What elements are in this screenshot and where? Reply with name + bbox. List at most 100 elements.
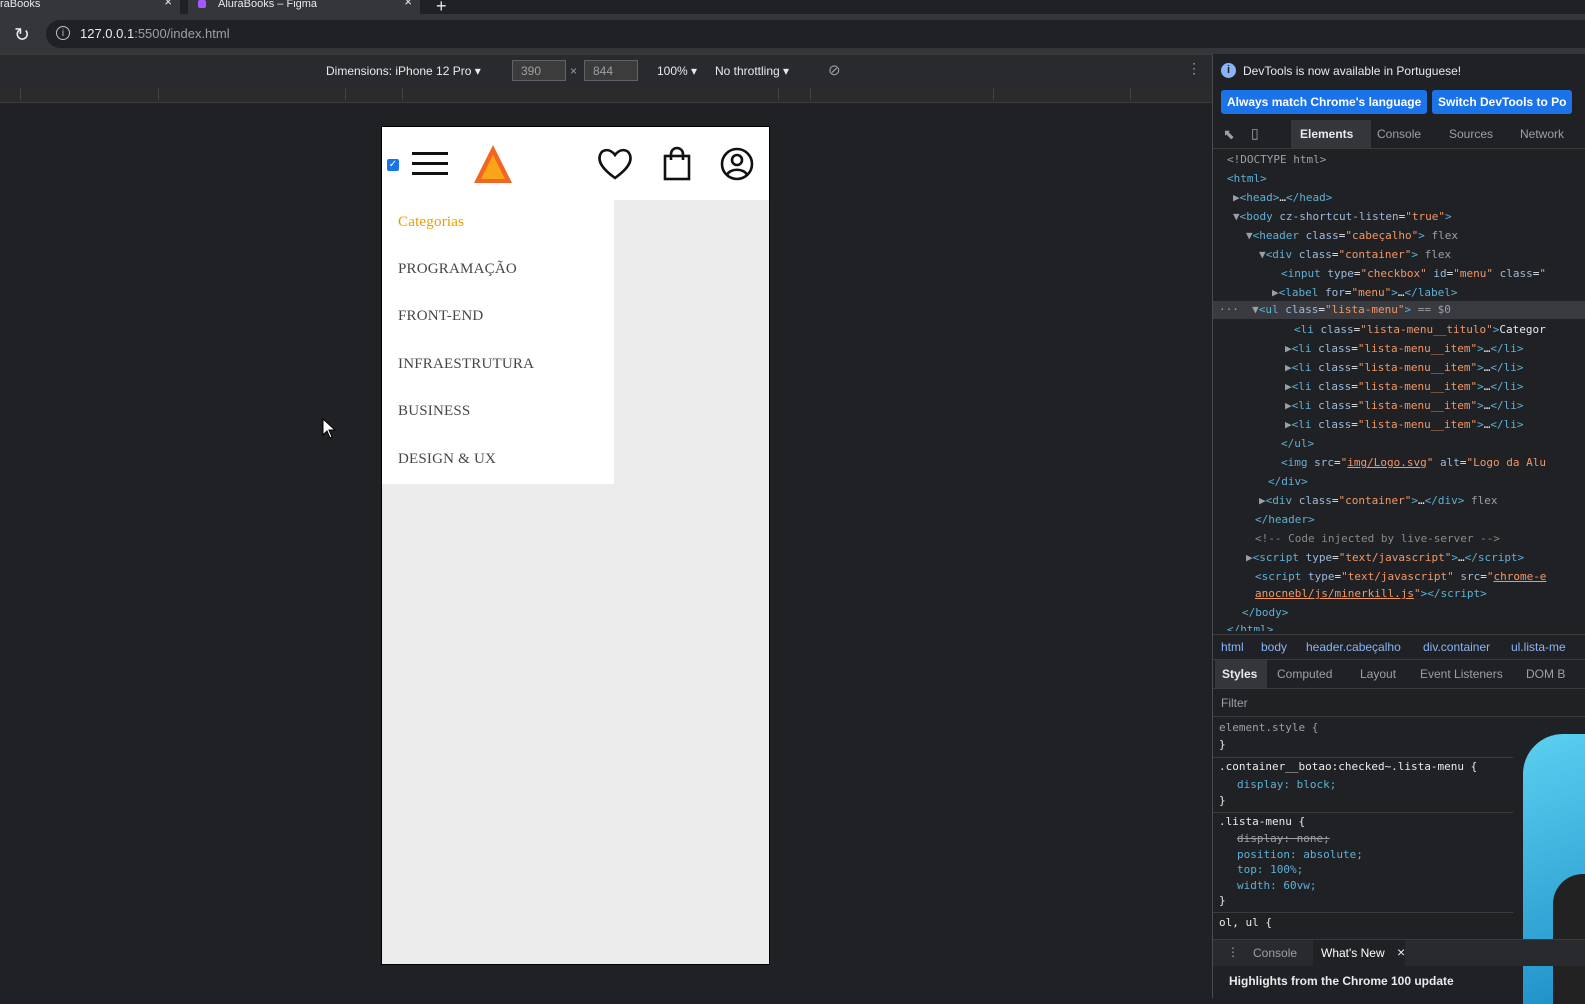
- menu-item-programacao[interactable]: PROGRAMAÇÃO: [398, 261, 517, 278]
- zoom-select[interactable]: 100% ▾: [657, 64, 697, 78]
- device-width-input[interactable]: 390: [512, 60, 566, 81]
- user-account-icon[interactable]: [718, 145, 756, 183]
- tab-close-icon[interactable]: ×: [404, 0, 412, 8]
- figma-icon: [198, 0, 206, 8]
- css-brace: }: [1219, 738, 1226, 751]
- tree-line[interactable]: ▶<li class="lista-menu__item">…</li>: [1285, 418, 1523, 431]
- site-info-icon[interactable]: i: [56, 26, 70, 40]
- breadcrumb-item[interactable]: div.container: [1423, 640, 1490, 654]
- breadcrumb-item[interactable]: body: [1261, 640, 1287, 654]
- tree-line[interactable]: ▶<label for="menu">…</label>: [1272, 286, 1457, 299]
- reload-icon[interactable]: ↻: [14, 24, 30, 47]
- tree-line[interactable]: <!DOCTYPE html>: [1227, 153, 1326, 166]
- tree-line[interactable]: anocnebl/js/minerkill.js"></script>: [1255, 587, 1487, 600]
- styles-subtabs: Styles Computed Layout Event Listeners D…: [1213, 660, 1585, 689]
- tree-line[interactable]: ▼<header class="cabeçalho"> flex: [1246, 229, 1458, 242]
- tree-line[interactable]: <script type="text/javascript" src="chro…: [1255, 570, 1546, 583]
- devtools-panel: i DevTools is now available in Portugues…: [1212, 54, 1585, 1004]
- tab-computed[interactable]: Computed: [1277, 667, 1332, 681]
- alurabooks-logo[interactable]: [472, 143, 514, 185]
- drawer-tab-whats-new[interactable]: What's New: [1321, 946, 1385, 960]
- tab-elements[interactable]: Elements: [1300, 127, 1353, 141]
- infobar-text: DevTools is now available in Portuguese!: [1243, 64, 1462, 78]
- tree-line[interactable]: <html>: [1227, 172, 1267, 185]
- menu-title: Categorias: [398, 214, 465, 230]
- filter-placeholder: Filter: [1221, 696, 1248, 710]
- whats-new-heading: Highlights from the Chrome 100 update: [1229, 974, 1454, 988]
- tree-line[interactable]: </ul>: [1281, 437, 1314, 450]
- url-text[interactable]: 127.0.0.1:5500/index.html: [80, 26, 230, 41]
- tab-network[interactable]: Network: [1520, 127, 1564, 141]
- tree-line[interactable]: <input type="checkbox" id="menu" class=": [1281, 267, 1546, 280]
- css-selector[interactable]: element.style {: [1219, 721, 1318, 734]
- breadcrumb-item[interactable]: html: [1221, 640, 1244, 654]
- drawer-tab-console[interactable]: Console: [1253, 946, 1297, 960]
- tab-title: raBooks: [0, 0, 41, 10]
- tree-line[interactable]: ▶<li class="lista-menu__item">…</li>: [1285, 399, 1523, 412]
- device-dimensions-select[interactable]: Dimensions: iPhone 12 Pro ▾: [326, 64, 481, 78]
- tree-line[interactable]: </div>: [1268, 475, 1308, 488]
- tree-line[interactable]: ▼<div class="container"> flex: [1259, 248, 1451, 261]
- match-language-button[interactable]: Always match Chrome's language: [1221, 90, 1428, 114]
- css-declaration[interactable]: width: 60vw;: [1237, 879, 1316, 892]
- tree-line[interactable]: ··· ▼<ul class="lista-menu"> == $0: [1219, 303, 1451, 316]
- tree-line[interactable]: ▶<li class="lista-menu__item">…</li>: [1285, 380, 1523, 393]
- tab-dom-breakpoints[interactable]: DOM B: [1526, 667, 1565, 681]
- menu-item-design-ux[interactable]: DESIGN & UX: [398, 451, 496, 468]
- tree-line[interactable]: </body>: [1242, 606, 1288, 619]
- more-options-icon[interactable]: ⋮: [1187, 60, 1201, 77]
- device-toggle-icon[interactable]: ▯: [1251, 125, 1259, 142]
- close-icon[interactable]: ×: [1397, 944, 1405, 960]
- tab-close-icon[interactable]: ×: [164, 0, 172, 8]
- address-bar[interactable]: i 127.0.0.1:5500/index.html: [46, 20, 1585, 48]
- tab-console[interactable]: Console: [1377, 127, 1421, 141]
- tree-line[interactable]: <img src="img/Logo.svg" alt="Logo da Alu: [1281, 456, 1546, 469]
- throttling-select[interactable]: No throttling ▾: [715, 64, 789, 78]
- css-selector[interactable]: .lista-menu {: [1219, 815, 1305, 828]
- dimension-separator: ×: [570, 64, 578, 78]
- tab-sources[interactable]: Sources: [1449, 127, 1493, 141]
- css-declaration[interactable]: top: 100%;: [1237, 863, 1303, 876]
- elements-tree[interactable]: <!DOCTYPE html> <html> ▶<head>…</head> ▼…: [1213, 149, 1585, 631]
- css-declaration-overridden[interactable]: display: none;: [1237, 832, 1330, 845]
- device-height-input[interactable]: 844: [584, 60, 638, 81]
- tree-line[interactable]: ▼<body cz-shortcut-listen="true">: [1233, 210, 1452, 223]
- hamburger-menu-icon[interactable]: [382, 147, 452, 177]
- tree-line[interactable]: ▶<script type="text/javascript">…</scrip…: [1246, 551, 1524, 564]
- browser-tab-figma[interactable]: AluraBooks – Figma ×: [188, 0, 420, 14]
- menu-item-business[interactable]: BUSINESS: [398, 403, 470, 420]
- tree-line[interactable]: <li class="lista-menu__titulo">Categor: [1294, 323, 1546, 336]
- tab-strip: raBooks × AluraBooks – Figma × +: [0, 0, 1585, 16]
- tab-event-listeners[interactable]: Event Listeners: [1420, 667, 1503, 681]
- drawer-menu-icon[interactable]: ⋮: [1227, 945, 1239, 959]
- tree-line[interactable]: ▶<head>…</head>: [1233, 191, 1332, 204]
- tree-line[interactable]: <!-- Code injected by live-server -->: [1255, 532, 1500, 545]
- styles-filter-input[interactable]: Filter: [1213, 690, 1585, 717]
- css-declaration[interactable]: display: block;: [1237, 778, 1336, 791]
- rotate-icon[interactable]: ⊘: [828, 61, 841, 79]
- heart-icon[interactable]: [596, 145, 634, 183]
- tree-line[interactable]: ▶<li class="lista-menu__item">…</li>: [1285, 361, 1523, 374]
- switch-language-button[interactable]: Switch DevTools to Po: [1432, 90, 1573, 114]
- menu-item-front-end[interactable]: FRONT-END: [398, 308, 483, 325]
- tree-line[interactable]: </html>: [1227, 623, 1273, 631]
- shopping-bag-icon[interactable]: [658, 145, 696, 183]
- tree-line[interactable]: </header>: [1255, 513, 1315, 526]
- devtools-drawer-tabs: ⋮ Console What's New ×: [1213, 939, 1585, 966]
- css-selector[interactable]: .container__botao:checked~.lista-menu {: [1219, 760, 1477, 773]
- media-query-ruler[interactable]: [0, 86, 1212, 103]
- tree-line[interactable]: ▶<li class="lista-menu__item">…</li>: [1285, 342, 1523, 355]
- css-brace: }: [1219, 894, 1226, 907]
- tab-styles[interactable]: Styles: [1222, 667, 1257, 681]
- breadcrumb-item[interactable]: ul.lista-me: [1511, 640, 1566, 654]
- inspect-element-icon[interactable]: ⬉: [1223, 126, 1235, 143]
- browser-tab-alurabooks[interactable]: raBooks ×: [0, 0, 180, 14]
- breadcrumb-item[interactable]: header.cabeçalho: [1306, 640, 1401, 654]
- tab-layout[interactable]: Layout: [1360, 667, 1396, 681]
- css-selector[interactable]: ol, ul {: [1219, 916, 1272, 929]
- menu-item-infraestrutura[interactable]: INFRAESTRUTURA: [398, 356, 534, 373]
- mouse-cursor-icon: [322, 418, 337, 439]
- devtools-tabs: ⬉ ▯ Elements Console Sources Network: [1213, 120, 1585, 149]
- tree-line[interactable]: ▶<div class="container">…</div> flex: [1259, 494, 1497, 507]
- css-declaration[interactable]: position: absolute;: [1237, 848, 1363, 861]
